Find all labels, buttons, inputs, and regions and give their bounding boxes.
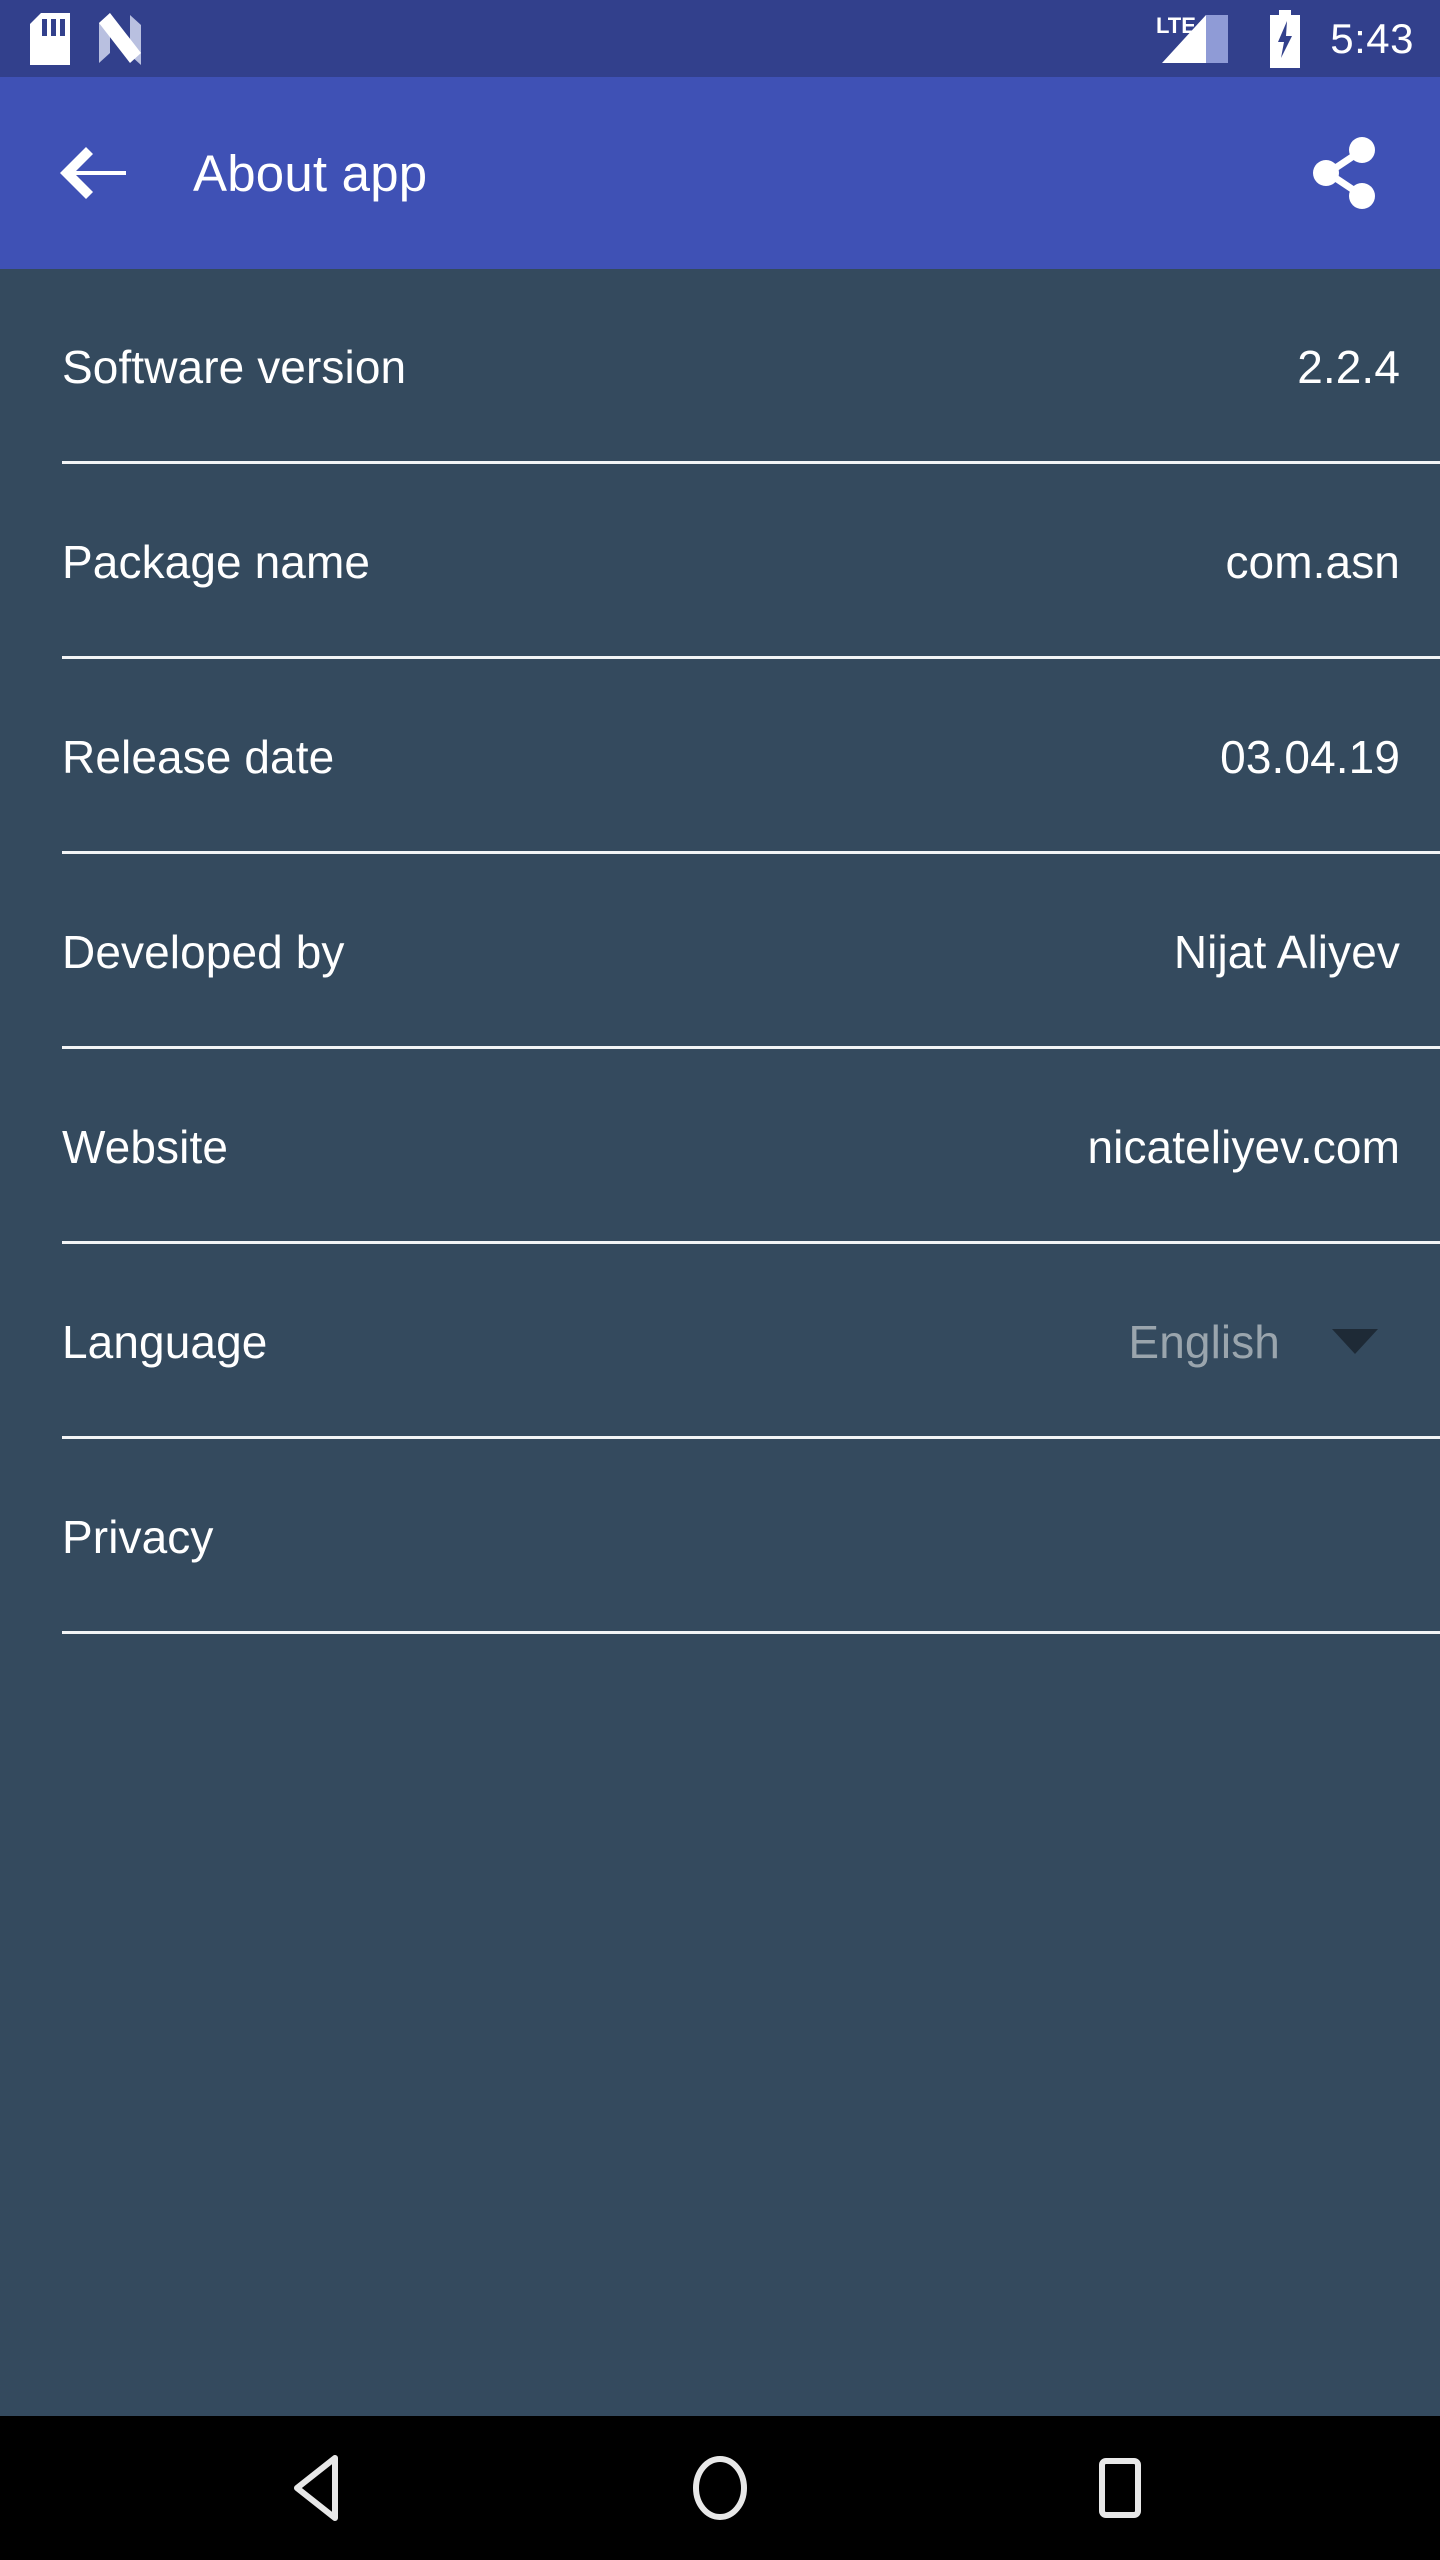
sd-card-icon [30, 12, 70, 65]
page-title: About app [193, 144, 428, 202]
back-button[interactable] [45, 125, 141, 221]
system-navigation-bar [0, 2416, 1440, 2560]
row-label: Language [62, 1315, 268, 1368]
android-nougat-icon [99, 12, 141, 65]
recents-nav-button[interactable] [1050, 2418, 1190, 2558]
list-item-privacy[interactable]: Privacy [0, 1439, 1440, 1634]
battery-charging-icon [1270, 9, 1301, 68]
list-item-language[interactable]: Language English [0, 1244, 1440, 1439]
app-bar: About app [0, 77, 1440, 269]
share-button[interactable] [1296, 125, 1392, 221]
circle-home-icon [693, 2456, 747, 2520]
chevron-down-icon [1332, 1329, 1378, 1354]
phone-screen: LTE 5:43 About app Software version 2.2.… [0, 0, 1440, 2560]
language-spinner[interactable]: English [1128, 1315, 1400, 1369]
language-selected-value: English [1128, 1315, 1280, 1368]
row-label: Software version [62, 340, 407, 393]
row-label: Release date [62, 730, 335, 783]
arrow-back-icon [60, 147, 126, 199]
row-label: Package name [62, 535, 371, 588]
about-list: Software version 2.2.4 Package name com.… [0, 269, 1440, 2416]
row-label: Privacy [62, 1510, 214, 1563]
row-label: Developed by [62, 925, 345, 978]
row-value: 2.2.4 [1297, 340, 1400, 393]
status-bar-right-icons: LTE 5:43 [1154, 9, 1414, 68]
row-value: nicateliyev.com [1087, 1120, 1400, 1173]
list-item-website[interactable]: Website nicateliyev.com [0, 1049, 1440, 1244]
triangle-back-icon [294, 2455, 338, 2521]
row-value: com.asn [1225, 535, 1400, 588]
status-bar: LTE 5:43 [0, 0, 1440, 77]
row-label: Website [62, 1120, 229, 1173]
home-nav-button[interactable] [650, 2418, 790, 2558]
list-item-developed-by[interactable]: Developed by Nijat Aliyev [0, 854, 1440, 1049]
row-value: Nijat Aliyev [1173, 925, 1400, 978]
signal-bars-icon: LTE [1156, 13, 1229, 63]
back-nav-button[interactable] [250, 2418, 390, 2558]
share-icon [1313, 137, 1375, 209]
square-recents-icon [1099, 2458, 1141, 2518]
list-item-release-date[interactable]: Release date 03.04.19 [0, 659, 1440, 854]
list-item-software-version[interactable]: Software version 2.2.4 [0, 269, 1440, 464]
status-bar-clock: 5:43 [1330, 14, 1414, 62]
row-value: 03.04.19 [1220, 730, 1400, 783]
list-item-package-name[interactable]: Package name com.asn [0, 464, 1440, 659]
status-bar-left-icons [30, 12, 144, 65]
